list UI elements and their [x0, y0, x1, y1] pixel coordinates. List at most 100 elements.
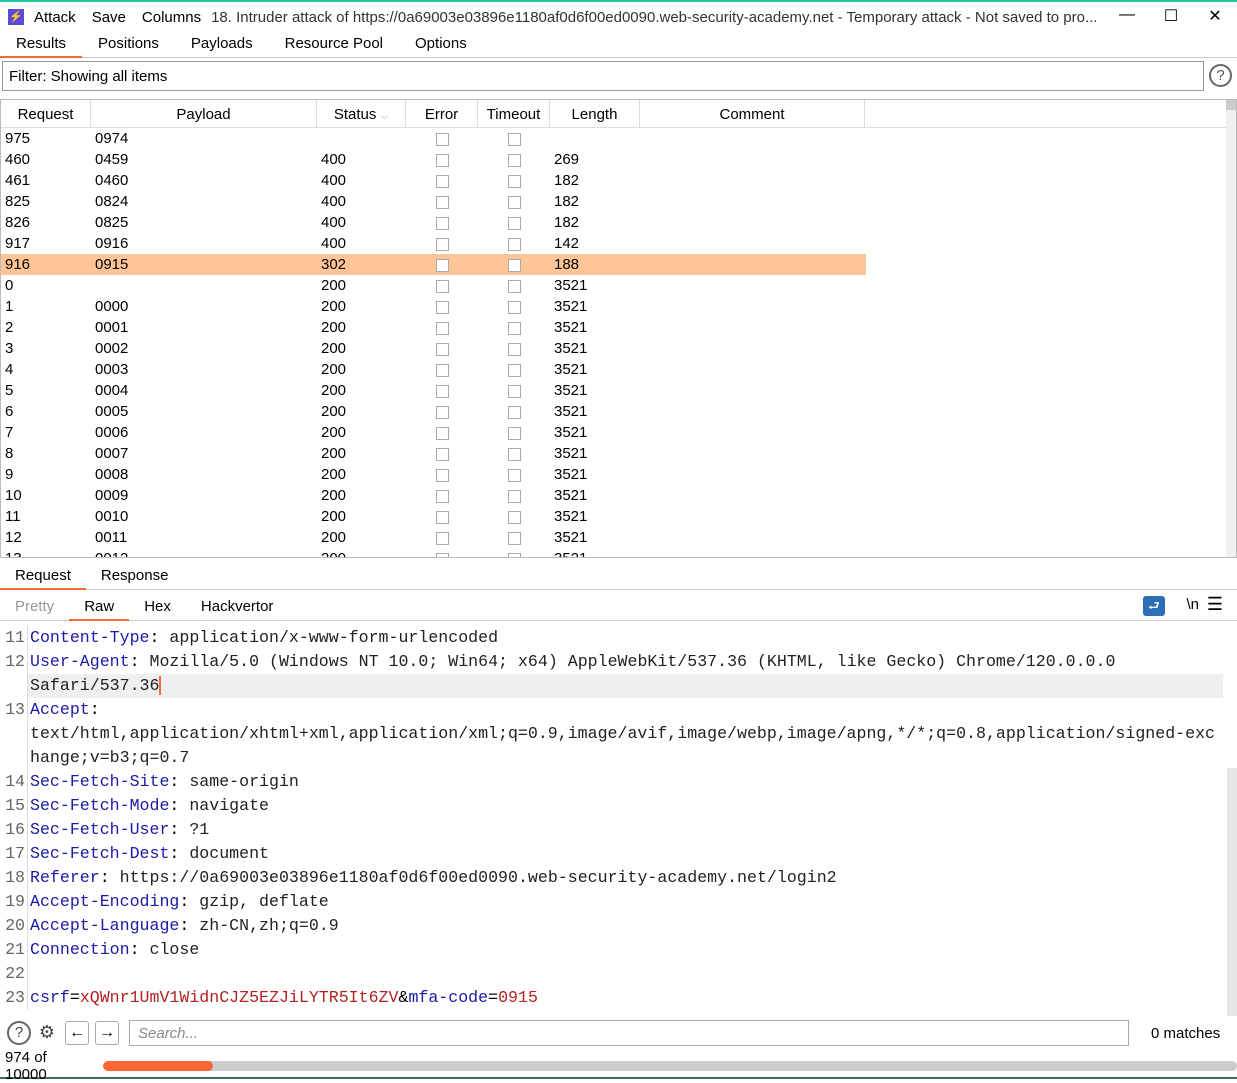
menu-icon[interactable]: ☰: [1207, 594, 1223, 615]
tab-positions[interactable]: Positions: [82, 32, 175, 58]
cell-length: 182: [554, 172, 580, 189]
menu-columns[interactable]: Columns: [142, 9, 201, 26]
tab-resource-pool[interactable]: Resource Pool: [269, 32, 399, 58]
cell-error: [406, 212, 478, 233]
tab-results[interactable]: Results: [0, 32, 83, 58]
close-button[interactable]: ✕: [1195, 6, 1235, 26]
table-row[interactable]: 12 0011 200 3521: [1, 527, 1236, 548]
cell-length: 3521: [554, 487, 588, 504]
back-arrow-icon[interactable]: ←: [65, 1021, 89, 1045]
cell-status: 400: [321, 235, 347, 252]
scroll-thumb[interactable]: [1226, 100, 1236, 110]
cell-payload: 0005: [95, 403, 129, 420]
table-row[interactable]: 9 0008 200 3521: [1, 464, 1236, 485]
col-payload[interactable]: Payload: [91, 100, 317, 127]
cell-error: [406, 191, 478, 212]
table-row[interactable]: 11 0010 200 3521: [1, 506, 1236, 527]
cell-length: 3521: [554, 466, 588, 483]
tab-options[interactable]: Options: [399, 32, 483, 58]
table-scrollbar[interactable]: [1226, 100, 1236, 557]
menu-attack[interactable]: Attack: [34, 9, 76, 26]
table-row[interactable]: 825 0824 400 182: [1, 191, 1236, 212]
editor-line: 13 Accept: text/html,application/xhtml+xm…: [0, 698, 1227, 770]
header-value: zh-CN,zh;q=0.9: [199, 916, 339, 935]
cell-request: 461: [5, 172, 31, 189]
table-row[interactable]: 0 200 3521: [1, 275, 1236, 296]
param-name: mfa-code: [408, 988, 489, 1007]
burp-app-icon: ⚡: [8, 9, 24, 25]
table-row[interactable]: 461 0460 400 182: [1, 170, 1236, 191]
help-icon[interactable]: ?: [1209, 64, 1232, 87]
header-name: Connection: [30, 940, 130, 959]
col-request[interactable]: Request: [1, 100, 91, 127]
header-name: Sec-Fetch-Site: [30, 772, 170, 791]
header-value: https://0a69003e03896e1180af0d6f00ed0090…: [119, 868, 837, 887]
editor-scrollbar[interactable]: [1227, 768, 1237, 1016]
table-row[interactable]: 3 0002 200 3521: [1, 338, 1236, 359]
table-row[interactable]: 826 0825 400 182: [1, 212, 1236, 233]
table-row[interactable]: 1 0000 200 3521: [1, 296, 1236, 317]
request-editor[interactable]: 11 Content-Type: application/x-www-form-u…: [0, 626, 1227, 1016]
cell-request: 7: [5, 424, 14, 441]
table-row[interactable]: 917 0916 400 142: [1, 233, 1236, 254]
table-row[interactable]: 2 0001 200 3521: [1, 317, 1236, 338]
cell-request: 2: [5, 319, 14, 336]
table-row[interactable]: 975 0974: [1, 128, 1236, 149]
show-newlines-button[interactable]: \n: [1186, 596, 1199, 613]
cell-payload: 0459: [95, 151, 129, 168]
cell-error: [406, 149, 478, 170]
table-row[interactable]: 916 0915 302 188: [1, 254, 866, 275]
header-value: application/x-www-form-urlencoded: [169, 628, 499, 647]
cell-request: 9: [5, 466, 14, 483]
tab-request[interactable]: Request: [0, 562, 86, 590]
editor-line: 18 Referer: https://0a69003e03896e1180af0…: [0, 866, 1227, 890]
col-length[interactable]: Length: [550, 100, 640, 127]
gear-icon[interactable]: ⚙: [35, 1021, 59, 1045]
col-comment[interactable]: Comment: [640, 100, 865, 127]
tab-response[interactable]: Response: [86, 562, 184, 590]
cell-comment: [640, 149, 865, 170]
table-row[interactable]: 6 0005 200 3521: [1, 401, 1236, 422]
editor-view-tabs: Pretty Raw Hex Hackvertor: [0, 592, 1237, 621]
tab-hex[interactable]: Hex: [129, 592, 186, 621]
col-timeout[interactable]: Timeout: [478, 100, 550, 127]
cell-request: 13: [1, 548, 91, 557]
table-row[interactable]: 8 0007 200 3521: [1, 443, 1236, 464]
filter-bar[interactable]: Filter: Showing all items: [2, 61, 1204, 91]
table-row[interactable]: 130012200 3521: [1, 548, 1236, 557]
cell-length: 188: [554, 256, 580, 273]
cell-error: [406, 170, 478, 191]
cell-payload: 0916: [95, 235, 129, 252]
maximize-button[interactable]: ☐: [1151, 6, 1191, 26]
table-row[interactable]: 7 0006 200 3521: [1, 422, 1236, 443]
cell-request: 825: [5, 193, 31, 210]
col-status[interactable]: Status ⌵: [317, 100, 406, 127]
search-input[interactable]: Search...: [129, 1020, 1129, 1046]
tab-hackvertor[interactable]: Hackvertor: [186, 592, 289, 621]
cell-error: [406, 548, 478, 557]
cell-status: 200: [321, 403, 347, 420]
cell-timeout: [478, 443, 550, 464]
col-error[interactable]: Error: [406, 100, 478, 127]
tab-payloads[interactable]: Payloads: [175, 32, 269, 58]
cell-status: [317, 128, 406, 149]
checkbox: [507, 448, 521, 461]
checkbox: [507, 364, 521, 377]
tab-pretty[interactable]: Pretty: [0, 592, 69, 621]
table-row[interactable]: 4 0003 200 3521: [1, 359, 1236, 380]
menu-save[interactable]: Save: [92, 9, 126, 26]
header-name: User-Agent: [30, 652, 130, 671]
table-row[interactable]: 10 0009 200 3521: [1, 485, 1236, 506]
cell-length: 182: [554, 214, 580, 231]
minimize-button[interactable]: —: [1107, 6, 1147, 24]
help-icon[interactable]: ?: [7, 1021, 31, 1045]
word-wrap-icon[interactable]: ⮐: [1143, 596, 1165, 616]
cell-status: 200: [321, 445, 347, 462]
tab-raw[interactable]: Raw: [69, 592, 130, 621]
cell-timeout: [478, 380, 550, 401]
cell-status: 200: [321, 277, 347, 294]
table-row[interactable]: 5 0004 200 3521: [1, 380, 1236, 401]
editor-line: 16 Sec-Fetch-User: ?1: [0, 818, 1227, 842]
table-row[interactable]: 460 0459 400 269: [1, 149, 1236, 170]
forward-arrow-icon[interactable]: →: [95, 1021, 119, 1045]
